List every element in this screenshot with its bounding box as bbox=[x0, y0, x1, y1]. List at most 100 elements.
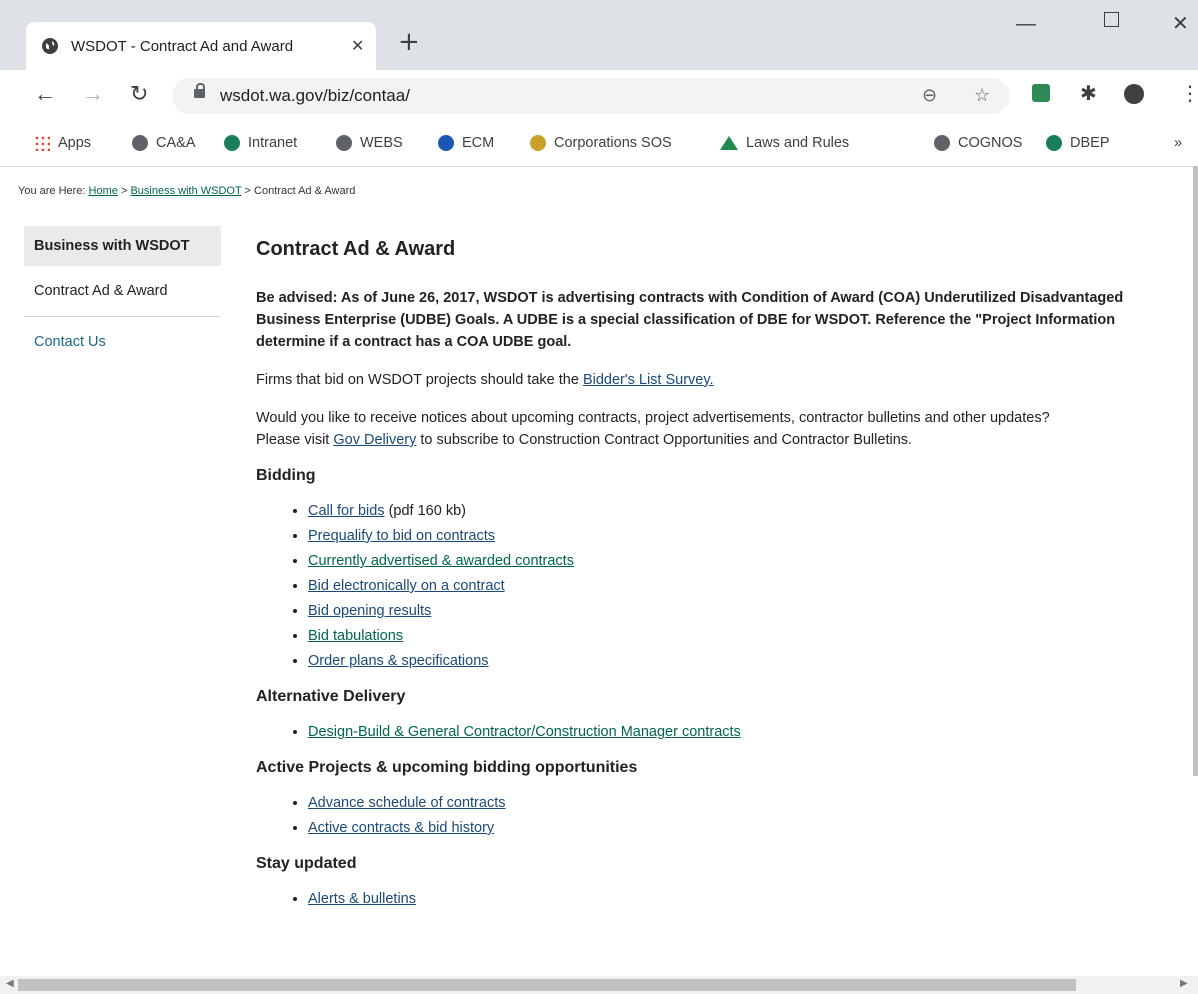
ecm-logo-icon bbox=[438, 135, 454, 151]
notices-text: to subscribe to Construction Contract Op… bbox=[416, 432, 913, 448]
lock-icon bbox=[194, 83, 205, 98]
horizontal-scrollbar[interactable]: ◀ ▶ bbox=[0, 976, 1198, 994]
active-projects-list: Advance schedule of contracts Active con… bbox=[256, 791, 1196, 841]
bid-electronically-link[interactable]: Bid electronically on a contract bbox=[308, 578, 505, 594]
notices-text: Please visit bbox=[256, 432, 334, 448]
globe-icon bbox=[42, 38, 58, 54]
section-heading-active-projects: Active Projects & upcoming bidding oppor… bbox=[256, 759, 638, 776]
list-item: Alerts & bulletins bbox=[308, 887, 1196, 912]
notices-paragraph: Would you like to receive notices about … bbox=[256, 407, 1196, 451]
globe-icon bbox=[132, 135, 148, 151]
bookmark-label: DBEP bbox=[1070, 135, 1110, 151]
extensions-puzzle-icon[interactable]: ✱ bbox=[1080, 82, 1097, 106]
list-item: Bid electronically on a contract bbox=[308, 574, 1196, 599]
globe-icon bbox=[336, 135, 352, 151]
bookmark-cognos[interactable]: COGNOS bbox=[934, 135, 1022, 151]
forward-icon[interactable]: → bbox=[82, 82, 104, 106]
advisory-line: determine if a contract has a COA UDBE g… bbox=[256, 334, 572, 350]
horizontal-scroll-thumb[interactable] bbox=[18, 979, 1076, 991]
scroll-left-icon[interactable]: ◀ bbox=[6, 978, 14, 989]
alternative-delivery-list: Design-Build & General Contractor/Constr… bbox=[256, 720, 1196, 745]
bookmark-label: Corporations SOS bbox=[554, 135, 672, 151]
bid-tabulations-link[interactable]: Bid tabulations bbox=[308, 628, 403, 644]
breadcrumb-home-link[interactable]: Home bbox=[89, 185, 118, 197]
scroll-right-icon[interactable]: ▶ bbox=[1180, 978, 1188, 989]
bookmark-ecm[interactable]: ECM bbox=[438, 135, 494, 151]
bookmark-apps[interactable]: Apps bbox=[34, 135, 91, 151]
seal-icon bbox=[530, 135, 546, 151]
bookmark-label: Laws and Rules bbox=[746, 135, 850, 151]
list-item: Bid opening results bbox=[308, 599, 1196, 624]
extension-icon[interactable] bbox=[1032, 82, 1050, 102]
sidenav-heading[interactable]: Business with WSDOT bbox=[24, 226, 221, 266]
call-for-bids-link[interactable]: Call for bids bbox=[308, 503, 385, 519]
zoom-icon[interactable]: ⊖ bbox=[922, 85, 937, 106]
bookmark-caa[interactable]: CA&A bbox=[132, 135, 196, 151]
section-heading-stay-updated: Stay updated bbox=[256, 855, 357, 872]
bookmark-intranet[interactable]: Intranet bbox=[224, 135, 297, 151]
minimize-icon[interactable]: — bbox=[1016, 14, 1036, 34]
wsdot-logo-icon bbox=[224, 135, 240, 151]
browser-tab[interactable]: WSDOT - Contract Ad and Award ✕ bbox=[26, 22, 376, 70]
list-item: Advance schedule of contracts bbox=[308, 791, 1196, 816]
apps-grid-icon bbox=[34, 135, 50, 151]
address-bar[interactable]: wsdot.wa.gov/biz/contaa/ ⊖ ☆ bbox=[172, 78, 1010, 114]
sidenav-item-contract-ad-award[interactable]: Contract Ad & Award bbox=[24, 266, 221, 317]
advisory-line: Business Enterprise (UDBE) Goals. A UDBE… bbox=[256, 312, 1116, 328]
star-icon[interactable]: ☆ bbox=[974, 85, 990, 106]
new-tab-button[interactable]: + bbox=[398, 29, 420, 55]
bid-opening-results-link[interactable]: Bid opening results bbox=[308, 603, 431, 619]
notices-text: Would you like to receive notices about … bbox=[256, 410, 1050, 426]
advisory-line: Be advised: As of June 26, 2017, WSDOT i… bbox=[256, 290, 1124, 306]
list-item: Currently advertised & awarded contracts bbox=[308, 549, 1196, 574]
bidding-list: Call for bids (pdf 160 kb) Prequalify to… bbox=[256, 499, 1196, 674]
section-heading-alternative-delivery: Alternative Delivery bbox=[256, 688, 406, 705]
bookmark-label: WEBS bbox=[360, 135, 403, 151]
wsdot-logo-icon bbox=[1046, 135, 1062, 151]
list-item: Design-Build & General Contractor/Constr… bbox=[308, 720, 1196, 745]
breadcrumb-prefix: You are Here: bbox=[18, 185, 86, 197]
mountain-icon bbox=[720, 136, 738, 150]
sidenav-item-contact-us[interactable]: Contact Us bbox=[24, 317, 221, 367]
close-window-icon[interactable]: ✕ bbox=[1172, 14, 1189, 34]
breadcrumb-business-link[interactable]: Business with WSDOT bbox=[130, 185, 241, 197]
section-heading-bidding: Bidding bbox=[256, 467, 316, 484]
tab-strip: WSDOT - Contract Ad and Award ✕ + — ✕ bbox=[0, 0, 1198, 70]
list-item: Prequalify to bid on contracts bbox=[308, 524, 1196, 549]
gov-delivery-link[interactable]: Gov Delivery bbox=[333, 432, 416, 448]
back-icon[interactable]: ← bbox=[34, 82, 56, 106]
bookmark-dbep[interactable]: DBEP bbox=[1046, 135, 1110, 151]
advance-schedule-link[interactable]: Advance schedule of contracts bbox=[308, 795, 505, 811]
close-tab-icon[interactable]: ✕ bbox=[351, 36, 364, 56]
bookmarks-bar: Apps CA&A Intranet WEBS ECM Corporations… bbox=[0, 122, 1198, 167]
breadcrumb-separator: > bbox=[241, 185, 255, 197]
reload-icon[interactable]: ↻ bbox=[130, 82, 148, 106]
list-item: Order plans & specifications bbox=[308, 649, 1196, 674]
advertised-awarded-contracts-link[interactable]: Currently advertised & awarded contracts bbox=[308, 553, 574, 569]
globe-icon bbox=[934, 135, 950, 151]
menu-icon[interactable]: ⋮ bbox=[1180, 82, 1198, 106]
breadcrumb-separator: > bbox=[117, 185, 131, 197]
bookmark-label: CA&A bbox=[156, 135, 196, 151]
prequalify-link[interactable]: Prequalify to bid on contracts bbox=[308, 528, 495, 544]
bookmark-laws-and-rules[interactable]: Laws and Rules bbox=[720, 135, 849, 151]
bookmark-webs[interactable]: WEBS bbox=[336, 135, 403, 151]
list-item: Call for bids (pdf 160 kb) bbox=[308, 499, 1196, 524]
order-plans-link[interactable]: Order plans & specifications bbox=[308, 653, 489, 669]
maximize-icon[interactable] bbox=[1104, 12, 1119, 27]
bidders-list-survey-link[interactable]: Bidder's List Survey. bbox=[583, 372, 714, 388]
url-text[interactable]: wsdot.wa.gov/biz/contaa/ bbox=[220, 86, 410, 106]
side-navigation: Business with WSDOT Contract Ad & Award … bbox=[24, 226, 221, 367]
vertical-scrollbar[interactable] bbox=[1193, 166, 1198, 776]
breadcrumb: You are Here: Home > Business with WSDOT… bbox=[18, 185, 355, 197]
breadcrumb-current: Contract Ad & Award bbox=[254, 185, 356, 197]
advisory-notice: Be advised: As of June 26, 2017, WSDOT i… bbox=[256, 287, 1196, 353]
bookmarks-overflow-icon[interactable]: » bbox=[1174, 135, 1182, 151]
bookmark-label: Apps bbox=[58, 135, 92, 151]
bookmark-corporations-sos[interactable]: Corporations SOS bbox=[530, 135, 672, 151]
profile-icon[interactable] bbox=[1124, 82, 1144, 104]
design-build-link[interactable]: Design-Build & General Contractor/Constr… bbox=[308, 724, 741, 740]
alerts-bulletins-link[interactable]: Alerts & bulletins bbox=[308, 891, 416, 907]
active-contracts-link[interactable]: Active contracts & bid history bbox=[308, 820, 494, 836]
main-content: Contract Ad & Award Be advised: As of Ju… bbox=[256, 238, 1196, 926]
